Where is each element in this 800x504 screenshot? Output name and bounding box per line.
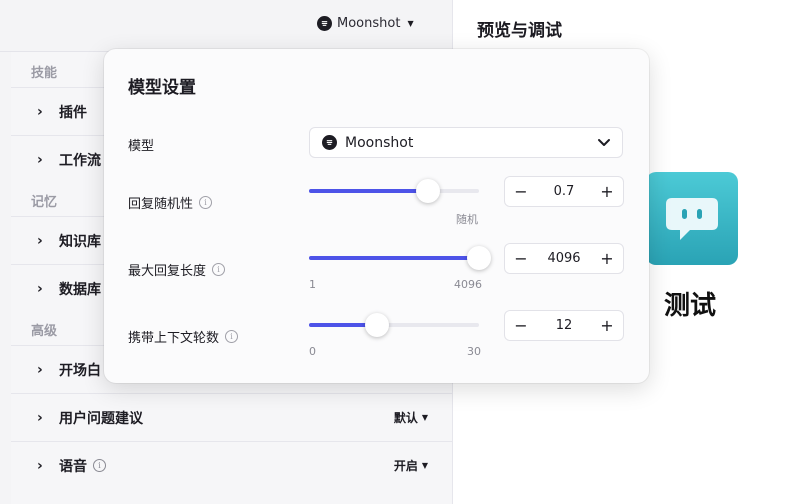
row-label: 语音 — [59, 458, 87, 475]
max-length-label-text: 最大回复长度 — [128, 264, 207, 279]
model-select-value: Moonshot — [345, 134, 414, 151]
slider-thumb[interactable] — [365, 313, 389, 337]
row-voice[interactable]: › 语音 i 开启 ▼ — [11, 441, 452, 489]
moonshot-logo-icon — [317, 16, 332, 31]
max-length-value[interactable]: 4096 — [547, 251, 580, 266]
caret-down-icon: ▼ — [407, 19, 414, 28]
decrement-button[interactable]: − — [513, 249, 529, 268]
chat-bubble-icon — [666, 197, 718, 240]
group-label-memory: 记忆 — [31, 195, 58, 210]
model-switch-button[interactable]: Moonshot ▼ — [317, 16, 414, 31]
preview-title: 预览与调试 — [477, 21, 562, 41]
max-length-tick-right: 4096 — [454, 278, 482, 291]
popover-title: 模型设置 — [128, 78, 196, 98]
model-label: 模型 — [128, 135, 154, 154]
context-rounds-tick-left: 0 — [309, 345, 316, 358]
context-rounds-label-text: 携带上下文轮数 — [128, 331, 220, 346]
increment-button[interactable]: + — [599, 182, 615, 201]
decrement-button[interactable]: − — [513, 316, 529, 335]
row-label: 数据库 — [59, 281, 101, 298]
info-icon[interactable]: i — [199, 196, 213, 209]
bot-name: 测试 — [664, 291, 717, 321]
max-length-slider[interactable] — [309, 243, 491, 273]
chevron-right-icon: › — [37, 409, 43, 426]
decrement-button[interactable]: − — [513, 182, 529, 201]
temperature-value[interactable]: 0.7 — [554, 184, 575, 199]
max-length-tick-left: 1 — [309, 278, 316, 291]
temperature-label: 回复随机性 i — [128, 193, 213, 212]
context-rounds-value[interactable]: 12 — [556, 318, 573, 333]
max-length-label: 最大回复长度 i — [128, 260, 226, 279]
context-rounds-tick-right: 30 — [467, 345, 481, 358]
chevron-right-icon: › — [37, 280, 43, 297]
voice-value: 开启 — [393, 459, 418, 473]
temperature-stepper[interactable]: − 0.7 + — [504, 176, 624, 207]
chevron-right-icon: › — [37, 232, 43, 249]
row-label: 工作流 — [59, 152, 101, 169]
row-suggestions[interactable]: › 用户问题建议 默认 ▼ — [11, 393, 452, 441]
config-header: Moonshot ▼ — [0, 0, 452, 52]
chevron-right-icon: › — [37, 457, 43, 474]
suggestions-dropdown[interactable]: 默认 ▼ — [394, 409, 428, 426]
context-rounds-slider[interactable] — [309, 310, 479, 340]
caret-down-icon: ▼ — [421, 461, 428, 470]
temperature-slider[interactable] — [309, 176, 479, 206]
row-label: 开场白 — [59, 362, 101, 379]
voice-dropdown[interactable]: 开启 ▼ — [394, 457, 428, 474]
slider-thumb[interactable] — [467, 246, 491, 270]
context-rounds-label: 携带上下文轮数 i — [128, 327, 239, 346]
chevron-right-icon: › — [37, 361, 43, 378]
row-label: 用户问题建议 — [59, 410, 143, 427]
info-icon[interactable]: i — [225, 330, 239, 343]
group-label-skills: 技能 — [31, 66, 58, 81]
bot-avatar — [646, 172, 738, 265]
model-settings-popover: 模型设置 模型 Moonshot 回复随机性 i 随机 − 0.7 + 最大回复… — [104, 49, 649, 383]
temperature-label-text: 回复随机性 — [128, 197, 194, 212]
chevron-right-icon: › — [37, 103, 43, 120]
model-select[interactable]: Moonshot — [309, 127, 623, 158]
temperature-tick-right: 随机 — [456, 213, 478, 226]
slider-fill — [309, 256, 479, 260]
chevron-right-icon: › — [37, 151, 43, 168]
model-label-text: 模型 — [128, 139, 155, 154]
info-icon[interactable]: i — [93, 459, 106, 472]
increment-button[interactable]: + — [599, 249, 615, 268]
row-label: 插件 — [59, 104, 87, 121]
info-icon[interactable]: i — [212, 263, 226, 276]
slider-thumb[interactable] — [416, 179, 440, 203]
caret-down-icon: ▼ — [421, 413, 428, 422]
model-switch-label: Moonshot — [337, 16, 401, 31]
increment-button[interactable]: + — [599, 316, 615, 335]
max-length-stepper[interactable]: − 4096 + — [504, 243, 624, 274]
context-rounds-stepper[interactable]: − 12 + — [504, 310, 624, 341]
slider-fill — [309, 189, 428, 193]
group-label-advanced: 高级 — [31, 324, 58, 339]
chevron-down-icon — [598, 139, 610, 146]
row-label: 知识库 — [59, 233, 101, 250]
moonshot-logo-icon — [322, 135, 337, 150]
suggestions-value: 默认 — [393, 411, 418, 425]
